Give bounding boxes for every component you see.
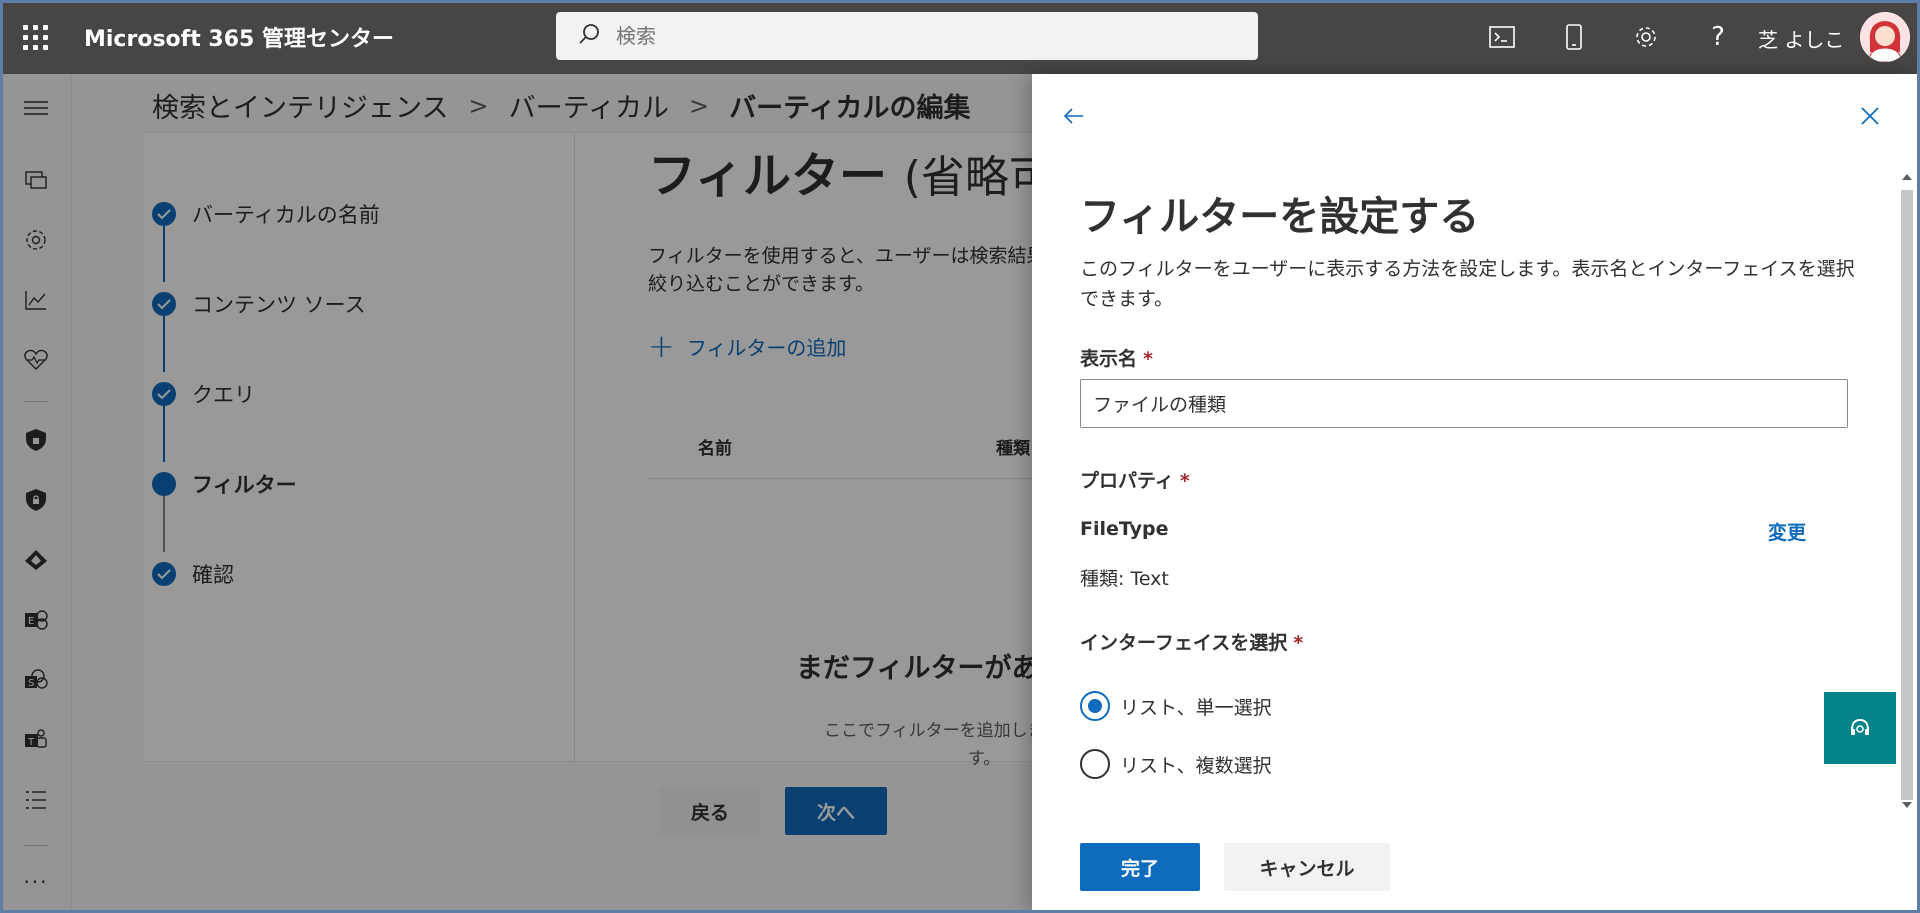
property-label: プロパティ * [1080,466,1190,493]
property-name: FileType [1080,518,1169,540]
gear-icon [1636,27,1656,47]
required-asterisk: * [1293,632,1304,654]
terminal-icon [1489,26,1515,48]
interface-label: インターフェイスを選択 * [1080,628,1303,655]
required-asterisk: * [1179,470,1190,492]
search-icon [578,23,600,49]
radio-single-select[interactable]: リスト、単一選択 [1080,691,1272,721]
settings-button[interactable] [1610,0,1682,74]
search-input[interactable] [616,24,1216,48]
mobile-icon [1566,24,1582,50]
panel-scrollbar[interactable] [1896,168,1918,814]
waffle-icon [22,24,48,50]
close-icon [1861,107,1879,125]
display-name-input[interactable] [1080,379,1848,428]
radio-label: リスト、複数選択 [1120,754,1272,777]
user-name[interactable]: 芝 よしこ [1758,24,1844,53]
mobile-app-button[interactable] [1538,0,1610,74]
configure-filter-panel: フィルターを設定する このフィルターをユーザーに表示する方法を設定します。表示名… [1032,74,1920,913]
scroll-up-arrow[interactable] [1896,168,1918,186]
cloud-shell-button[interactable] [1466,0,1538,74]
property-label-text: プロパティ [1080,470,1174,492]
property-type: 種類: Text [1080,568,1169,590]
required-asterisk: * [1143,348,1153,370]
radio-label: リスト、単一選択 [1120,696,1272,719]
change-property-link[interactable]: 変更 [1768,518,1806,545]
interface-label-text: インターフェイスを選択 [1080,632,1288,654]
panel-title: フィルターを設定する [1080,194,1480,240]
app-title[interactable]: Microsoft 365 管理センター [84,21,394,53]
app-launcher-button[interactable] [0,0,70,74]
top-bar: Microsoft 365 管理センター ? 芝 よしこ [0,0,1920,74]
help-button[interactable]: ? [1682,0,1754,74]
modal-overlay[interactable] [0,74,1032,913]
avatar[interactable] [1860,12,1910,62]
support-button[interactable] [1824,692,1896,764]
done-button[interactable]: 完了 [1080,843,1200,891]
scroll-thumb[interactable] [1901,190,1913,800]
radio-unchecked-icon[interactable] [1080,749,1110,779]
radio-checked-icon[interactable] [1080,691,1110,721]
panel-description: このフィルターをユーザーに表示する方法を設定します。表示名とインターフェイスを選… [1080,258,1855,310]
headset-icon [1851,718,1869,735]
cancel-button[interactable]: キャンセル [1224,843,1390,891]
radio-multi-select[interactable]: リスト、複数選択 [1080,749,1272,779]
question-icon: ? [1711,22,1725,52]
search-box[interactable] [556,12,1258,60]
scroll-down-arrow[interactable] [1896,796,1918,814]
panel-back-button[interactable] [1056,98,1092,134]
display-name-label: 表示名 * [1080,344,1153,371]
panel-close-button[interactable] [1852,98,1888,134]
arrow-left-icon [1064,108,1083,124]
display-name-label-text: 表示名 [1080,348,1138,370]
